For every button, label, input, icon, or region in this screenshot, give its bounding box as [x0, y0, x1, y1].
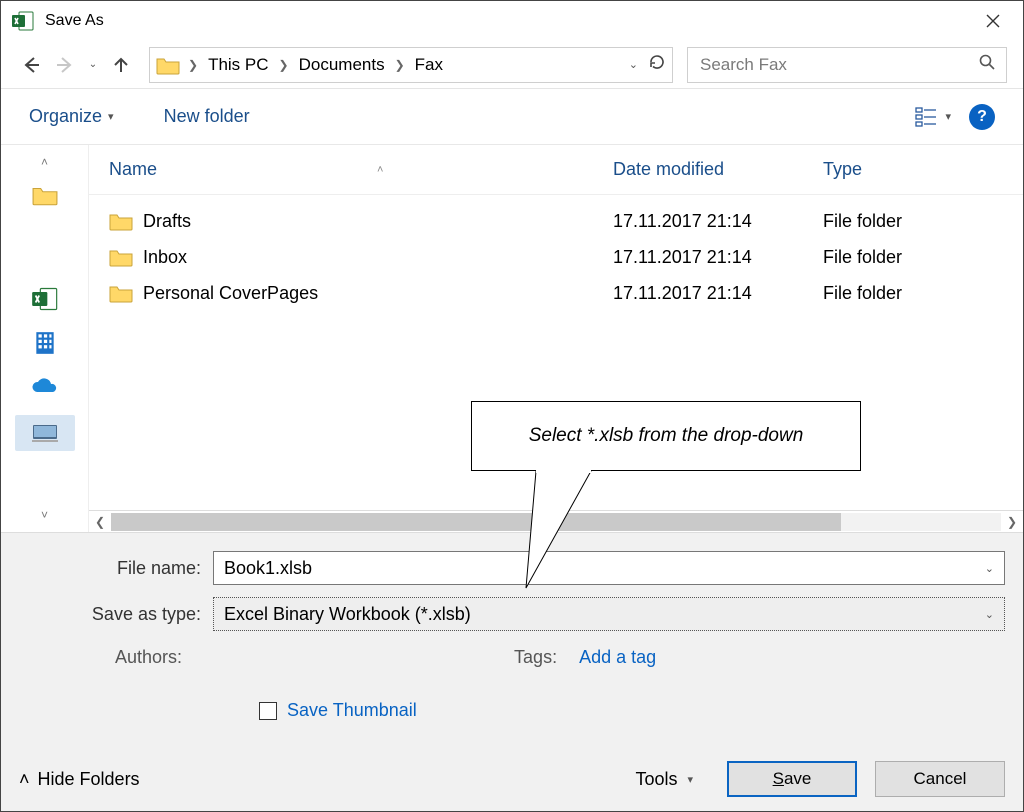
folder-icon	[156, 55, 180, 75]
save-as-dialog: Save As ⌄ ❯ This PC ❯ Documents ❯	[0, 0, 1024, 812]
column-headers[interactable]: Name ˄ Date modified Type	[89, 145, 1023, 195]
bottom-panel: File name: Book1.xlsb ⌄ Save as type: Ex…	[1, 532, 1023, 811]
save-button[interactable]: Save	[727, 761, 857, 797]
save-as-type-label: Save as type:	[19, 604, 201, 625]
scroll-down-icon[interactable]: ˅	[34, 504, 56, 526]
close-button[interactable]	[973, 1, 1013, 41]
search-box[interactable]	[687, 47, 1007, 83]
address-bar[interactable]: ❯ This PC ❯ Documents ❯ Fax ⌄	[149, 47, 673, 83]
table-row[interactable]: Drafts 17.11.2017 21:14 File folder	[89, 203, 1023, 239]
forward-button[interactable]	[51, 51, 79, 79]
breadcrumb[interactable]: Fax	[413, 55, 445, 75]
scroll-right-icon[interactable]: ❯	[1001, 515, 1023, 529]
cancel-button[interactable]: Cancel	[875, 761, 1005, 797]
chevron-right-icon: ❯	[389, 58, 411, 72]
up-button[interactable]	[107, 51, 135, 79]
file-date: 17.11.2017 21:14	[613, 247, 823, 268]
col-date[interactable]: Date modified	[613, 159, 823, 180]
chevron-down-icon[interactable]: ⌄	[985, 562, 994, 575]
new-folder-button[interactable]: New folder	[164, 106, 250, 127]
save-as-type-combo[interactable]: Excel Binary Workbook (*.xlsb) ⌄	[213, 597, 1005, 631]
save-thumbnail-checkbox[interactable]	[259, 702, 277, 720]
organize-label: Organize	[29, 106, 102, 127]
onedrive-icon[interactable]	[29, 371, 61, 403]
help-button[interactable]: ?	[969, 104, 995, 130]
navigation-pane[interactable]: ˄ ˅	[1, 145, 89, 532]
chevron-down-icon[interactable]: ⌄	[985, 608, 994, 621]
file-type: File folder	[823, 211, 1023, 232]
back-button[interactable]	[17, 51, 45, 79]
toolbar: Organize ▾ New folder ▾ ?	[1, 89, 1023, 145]
breadcrumb[interactable]: Documents	[297, 55, 387, 75]
annotation-text: Select *.xlsb from the drop-down	[529, 425, 804, 447]
search-icon[interactable]	[978, 53, 996, 76]
file-name: Drafts	[143, 211, 191, 232]
chevron-down-icon: ▾	[108, 110, 114, 123]
chevron-right-icon: ❯	[273, 58, 295, 72]
hide-folders-toggle[interactable]: ˄ Hide Folders	[19, 769, 140, 790]
chevron-down-icon[interactable]: ⌄	[629, 58, 638, 71]
add-tag-link[interactable]: Add a tag	[579, 647, 656, 668]
horizontal-scrollbar[interactable]: ❮ ❯	[89, 510, 1023, 532]
file-date: 17.11.2017 21:14	[613, 283, 823, 304]
scrollbar-thumb[interactable]	[111, 513, 841, 531]
scroll-up-icon[interactable]: ˄	[34, 151, 56, 173]
col-name[interactable]: Name	[109, 159, 157, 180]
col-type[interactable]: Type	[823, 159, 1023, 180]
authors-label: Authors:	[115, 647, 182, 668]
file-name-combo[interactable]: Book1.xlsb ⌄	[213, 551, 1005, 585]
scroll-left-icon[interactable]: ❮	[89, 515, 111, 529]
hide-folders-label: Hide Folders	[38, 769, 140, 790]
titlebar: Save As	[1, 1, 1023, 41]
file-type: File folder	[823, 247, 1023, 268]
nav-row: ⌄ ❯ This PC ❯ Documents ❯ Fax ⌄	[1, 41, 1023, 89]
annotation-callout: Select *.xlsb from the drop-down	[471, 401, 861, 471]
file-name-value: Book1.xlsb	[224, 558, 312, 579]
chevron-down-icon: ▾	[945, 110, 951, 123]
file-name-label: File name:	[19, 558, 201, 579]
view-options-button[interactable]: ▾	[915, 106, 951, 128]
folder-icon[interactable]	[29, 179, 61, 211]
history-dropdown-icon[interactable]: ⌄	[85, 59, 101, 70]
file-name: Inbox	[143, 247, 187, 268]
excel-icon	[11, 9, 35, 33]
file-name: Personal CoverPages	[143, 283, 318, 304]
file-list-pane: Name ˄ Date modified Type Drafts 17.11.2…	[89, 145, 1023, 532]
organize-menu[interactable]: Organize ▾	[29, 106, 114, 127]
tags-label: Tags:	[514, 647, 557, 668]
file-date: 17.11.2017 21:14	[613, 211, 823, 232]
building-icon[interactable]	[29, 327, 61, 359]
tools-menu[interactable]: Tools ▾	[635, 769, 693, 790]
main-area: ˄ ˅	[1, 145, 1023, 532]
tools-label: Tools	[635, 769, 677, 790]
sort-indicator-icon: ˄	[377, 164, 383, 176]
table-row[interactable]: Inbox 17.11.2017 21:14 File folder	[89, 239, 1023, 275]
breadcrumb[interactable]: This PC	[206, 55, 270, 75]
chevron-down-icon: ▾	[687, 773, 693, 786]
refresh-icon[interactable]	[648, 53, 666, 76]
this-pc-icon[interactable]	[15, 415, 75, 451]
chevron-right-icon: ❯	[182, 58, 204, 72]
file-type: File folder	[823, 283, 1023, 304]
search-input[interactable]	[698, 54, 948, 76]
save-thumbnail-label[interactable]: Save Thumbnail	[287, 700, 417, 721]
save-as-type-value: Excel Binary Workbook (*.xlsb)	[224, 604, 471, 625]
chevron-up-icon: ˄	[19, 769, 30, 790]
window-title: Save As	[45, 12, 104, 30]
excel-icon[interactable]	[29, 283, 61, 315]
table-row[interactable]: Personal CoverPages 17.11.2017 21:14 Fil…	[89, 275, 1023, 311]
